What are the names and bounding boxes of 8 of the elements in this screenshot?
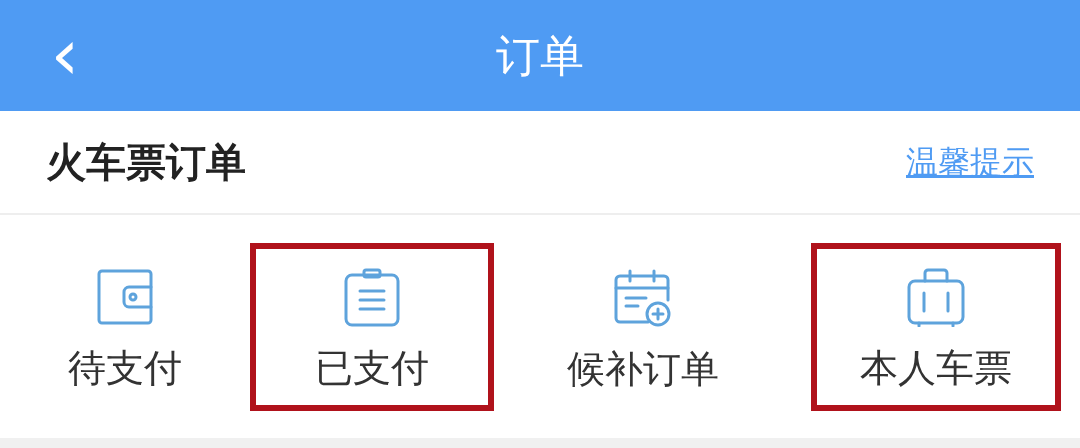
order-category-button[interactable]: 本人车票 [811,242,1061,411]
order-category-button[interactable]: 候补订单 [518,242,768,411]
section-title: 火车票订单 [46,138,246,187]
order-category-button[interactable]: 已支付 [250,242,494,411]
clipboard-icon [342,266,402,327]
page-title: 订单 [496,28,584,83]
order-category-button[interactable]: 待支付 [0,242,250,411]
suitcase-icon [905,266,967,327]
